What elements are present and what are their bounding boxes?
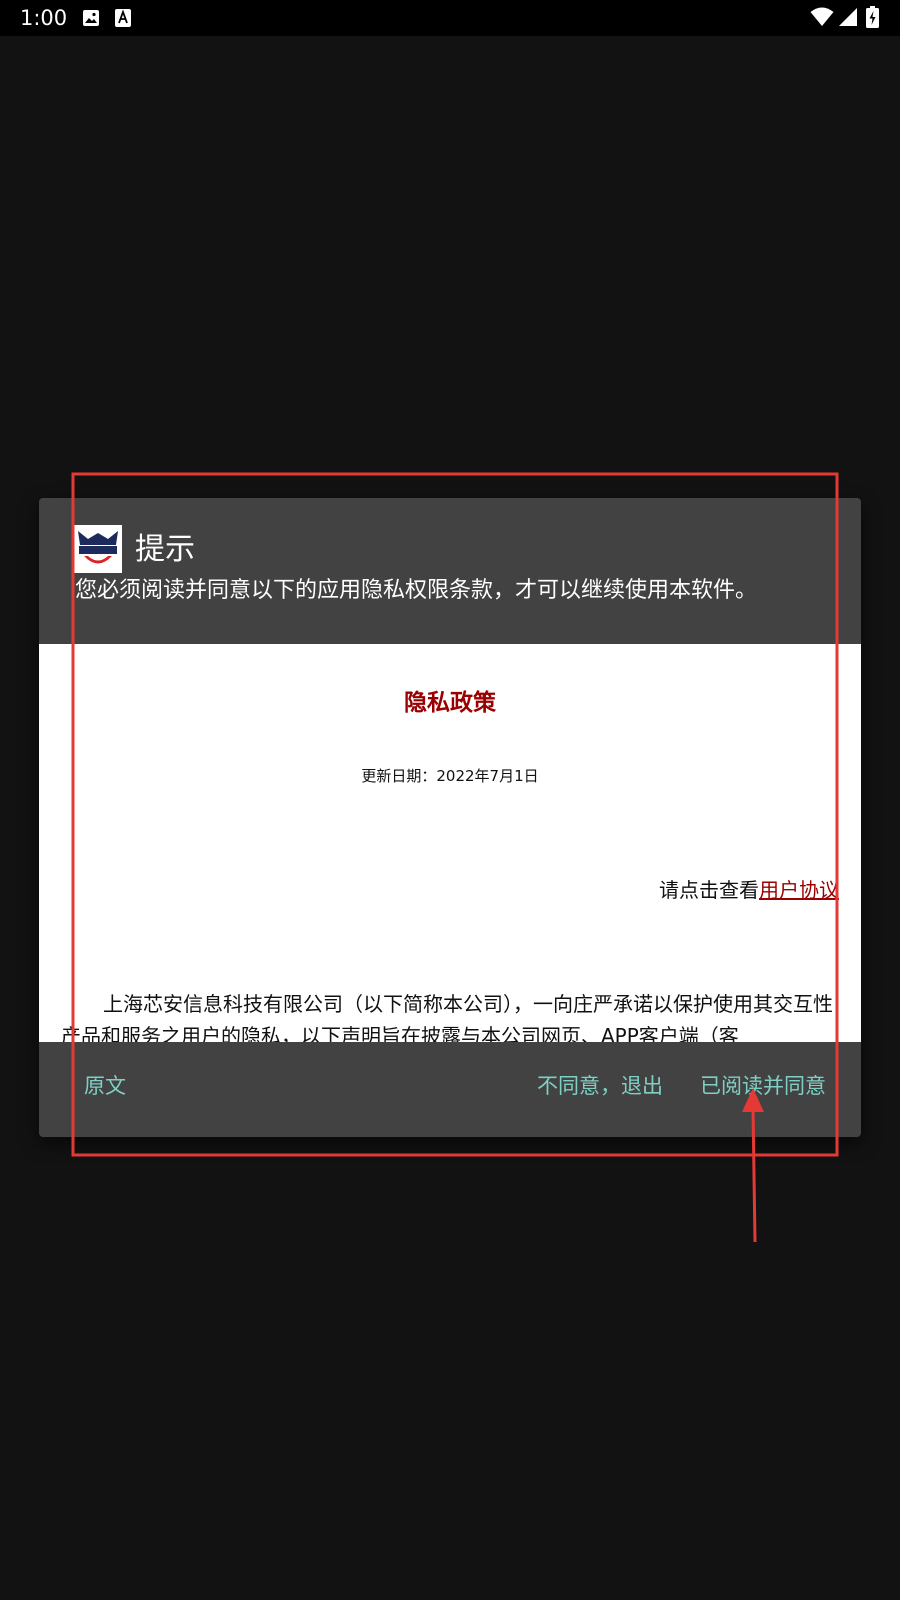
user-agreement-link[interactable]: 用户协议 (759, 878, 839, 902)
status-bar: 1:00 (0, 0, 900, 36)
disagree-exit-button[interactable]: 不同意，退出 (537, 1070, 663, 1102)
battery-icon (866, 6, 879, 28)
view-agreement-line: 请点击查看用户协议 (659, 875, 839, 905)
image-icon (83, 10, 99, 26)
signal-icon (839, 8, 857, 26)
dialog-title: 提示 (135, 532, 195, 567)
view-agreement-prefix: 请点击查看 (659, 878, 759, 902)
policy-body-text: 上海芯安信息科技有限公司（以下简称本公司），一向庄严承诺以保护使用其交互性产品和… (61, 992, 833, 1042)
wifi-icon (810, 7, 834, 26)
status-time: 1:00 (20, 6, 68, 30)
read-and-agree-button[interactable]: 已阅读并同意 (700, 1070, 826, 1102)
dialog-message: 您必须阅读并同意以下的应用隐私权限条款，才可以继续使用本软件。 (75, 578, 758, 603)
privacy-dialog: 提示 您必须阅读并同意以下的应用隐私权限条款，才可以继续使用本软件。 隐私政策 … (39, 498, 861, 1137)
original-text-button[interactable]: 原文 (84, 1070, 126, 1102)
policy-update-date: 更新日期：2022年7月1日 (361, 767, 539, 785)
policy-webview[interactable]: 隐私政策 更新日期：2022年7月1日 请点击查看用户协议 上海芯安信息科技有限… (39, 644, 861, 1042)
dialog-actions: 原文 不同意，退出 已阅读并同意 (39, 1042, 861, 1137)
policy-title: 隐私政策 (404, 690, 496, 716)
dialog-header: 提示 您必须阅读并同意以下的应用隐私权限条款，才可以继续使用本软件。 (39, 498, 861, 644)
app-logo-icon (74, 525, 122, 573)
a-icon (115, 9, 131, 27)
